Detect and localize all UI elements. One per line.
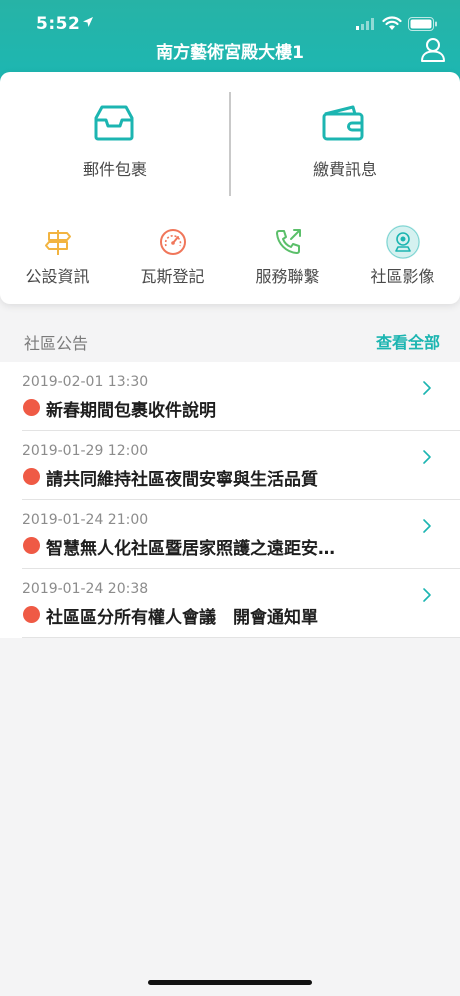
- unread-dot: [23, 468, 40, 485]
- announcement-title: 社區區分所有權人會議 開會通知單: [46, 608, 318, 628]
- list-item[interactable]: 2019-01-29 12:00 請共同維持社區夜間安寧與生活品質: [0, 431, 460, 500]
- announcement-title: 新春期間包裹收件說明: [46, 401, 216, 421]
- page-title: 南方藝術宮殿大樓1: [156, 43, 304, 63]
- user-icon[interactable]: [420, 36, 446, 62]
- announcement-date: 2019-01-24 21:00: [22, 512, 149, 528]
- list-item[interactable]: 2019-02-01 13:30 新春期間包裹收件說明: [0, 362, 460, 431]
- announcement-date: 2019-02-01 13:30: [22, 374, 149, 390]
- payment-info-button[interactable]: 繳費訊息: [230, 72, 460, 202]
- cellular-signal-icon: [356, 18, 374, 30]
- battery-icon: [408, 17, 437, 31]
- unread-dot: [23, 606, 40, 623]
- facility-info-button[interactable]: 公設資訊: [0, 227, 115, 287]
- announcement-title: 請共同維持社區夜間安寧與生活品質: [46, 470, 318, 490]
- inbox-icon: [94, 105, 134, 141]
- phone-icon: [276, 229, 301, 254]
- announcement-date: 2019-01-29 12:00: [22, 443, 149, 459]
- gauge-icon: [160, 229, 186, 255]
- chevron-right-icon: [423, 381, 431, 395]
- services-card: 郵件包裹 繳費訊息 公設資訊 瓦斯登記 服務聯繫 社區影像: [0, 72, 460, 304]
- wifi-icon: [382, 16, 402, 30]
- unread-dot: [23, 399, 40, 416]
- row-divider: [22, 637, 460, 638]
- list-item[interactable]: 2019-01-24 20:38 社區區分所有權人會議 開會通知單: [0, 569, 460, 638]
- list-item[interactable]: 2019-01-24 21:00 智慧無人化社區暨居家照護之遠距安…: [0, 500, 460, 569]
- service-contact-label: 服務聯繫: [255, 267, 320, 286]
- view-all-link[interactable]: 查看全部: [376, 329, 440, 353]
- gas-registration-button[interactable]: 瓦斯登記: [115, 227, 230, 287]
- announcements-header: 社區公告 查看全部: [0, 320, 460, 360]
- payment-info-label: 繳費訊息: [312, 160, 377, 179]
- service-contact-button[interactable]: 服務聯繫: [230, 227, 345, 287]
- location-arrow-icon: [83, 17, 93, 27]
- announcements-title: 社區公告: [24, 334, 89, 353]
- camera-icon: [386, 225, 420, 259]
- wallet-icon: [322, 105, 364, 141]
- status-time: 5:52: [36, 14, 81, 34]
- community-camera-label: 社區影像: [370, 267, 435, 286]
- signpost-icon: [45, 230, 71, 255]
- announcement-date: 2019-01-24 20:38: [22, 581, 149, 597]
- announcement-title: 智慧無人化社區暨居家照護之遠距安…: [46, 539, 335, 559]
- facility-info-label: 公設資訊: [25, 267, 90, 286]
- unread-dot: [23, 537, 40, 554]
- home-indicator[interactable]: [148, 980, 312, 985]
- chevron-right-icon: [423, 588, 431, 602]
- mail-package-button[interactable]: 郵件包裹: [0, 72, 230, 202]
- chevron-right-icon: [423, 450, 431, 464]
- announcement-list: 2019-02-01 13:30 新春期間包裹收件說明 2019-01-29 1…: [0, 362, 460, 638]
- mail-package-label: 郵件包裹: [82, 160, 147, 179]
- chevron-right-icon: [423, 519, 431, 533]
- community-camera-button[interactable]: 社區影像: [345, 225, 460, 287]
- gas-registration-label: 瓦斯登記: [140, 267, 205, 286]
